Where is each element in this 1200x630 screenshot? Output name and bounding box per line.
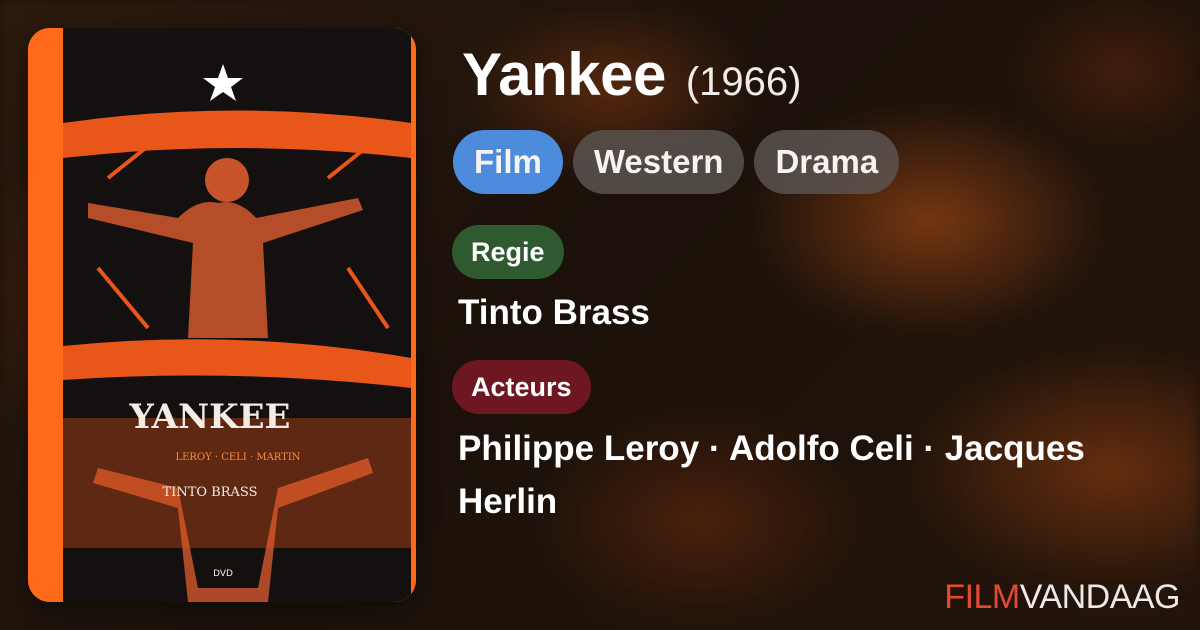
director-name[interactable]: Tinto Brass — [458, 286, 650, 339]
brand-logo-film: FILM — [944, 578, 1020, 616]
cast-names[interactable]: Philippe Leroy · Adolfo Celi · Jacques H… — [458, 422, 1178, 528]
brand-logo[interactable]: FILMVANDAAG — [944, 578, 1180, 617]
movie-poster[interactable]: YANKEE LEROY · CELI · MARTIN TINTO BRASS… — [28, 28, 416, 602]
poster-title: YANKEE — [129, 397, 291, 437]
poster-artwork: YANKEE LEROY · CELI · MARTIN TINTO BRASS… — [28, 28, 416, 602]
brand-logo-vandaag: VANDAAG — [1019, 578, 1181, 616]
genre-chip-drama[interactable]: Drama — [754, 130, 900, 194]
movie-title: Yankee (1966) — [462, 40, 801, 109]
genre-chip-film[interactable]: Film — [453, 130, 563, 194]
movie-title-text: Yankee — [462, 41, 666, 108]
poster-dvd-logo: DVD — [213, 569, 233, 579]
poster-director: TINTO BRASS — [163, 485, 258, 500]
director-label: Regie — [452, 225, 564, 279]
genre-chips: Film Western Drama — [453, 130, 900, 194]
poster-cast: LEROY · CELI · MARTIN — [175, 452, 300, 463]
movie-year: (1966) — [685, 60, 802, 104]
cast-label: Acteurs — [452, 360, 591, 414]
genre-chip-western[interactable]: Western — [572, 130, 745, 194]
